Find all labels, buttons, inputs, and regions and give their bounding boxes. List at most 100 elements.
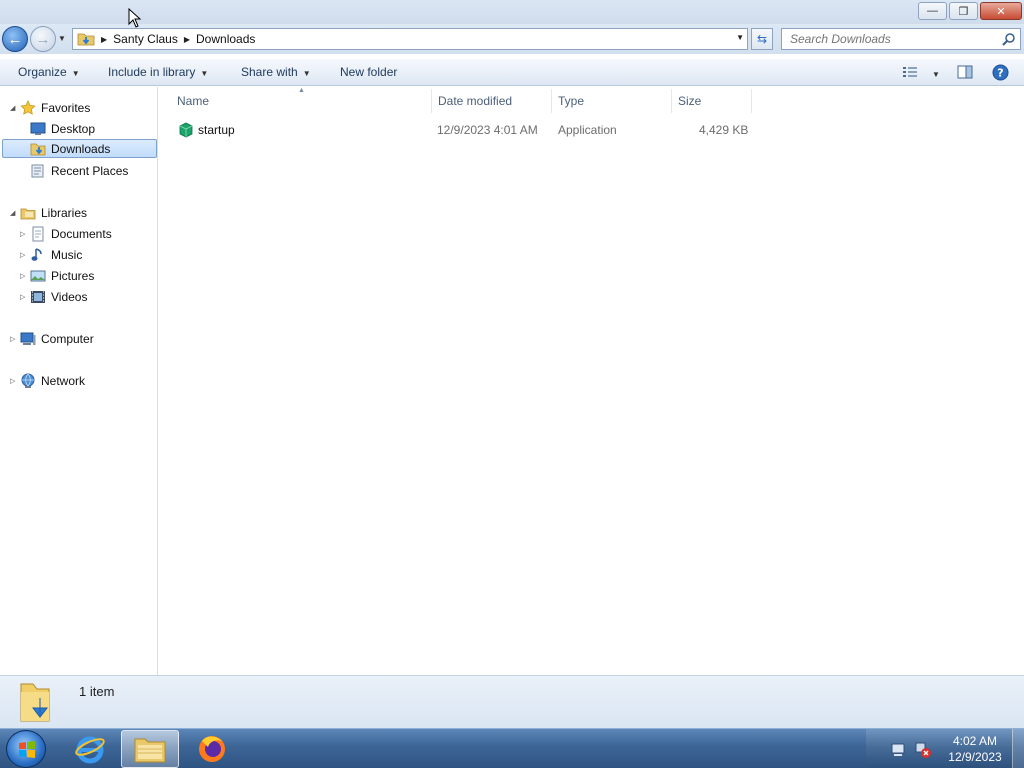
caption-buttons: — ❐ ✕: [918, 2, 1022, 20]
column-divider[interactable]: [751, 89, 752, 113]
collapsed-triangle-icon[interactable]: ▷: [10, 377, 15, 385]
downloads-folder-large-icon: [20, 683, 50, 722]
column-header-size[interactable]: Size: [678, 94, 701, 108]
nav-music[interactable]: ▷ Music: [20, 245, 82, 264]
collapsed-triangle-icon[interactable]: ▷: [20, 272, 25, 280]
view-options-dropdown[interactable]: ▼: [927, 66, 940, 80]
taskbar: 4:02 AM 12/9/2023: [0, 728, 1024, 768]
address-dropdown-icon[interactable]: ▼: [736, 33, 744, 42]
show-desktop-button[interactable]: [1012, 729, 1024, 768]
breadcrumb-separator-icon[interactable]: ▶: [101, 35, 107, 44]
collapsed-triangle-icon[interactable]: ▷: [20, 293, 25, 301]
nav-network[interactable]: ▷ Network: [8, 371, 85, 390]
videos-icon: [31, 290, 45, 303]
close-button[interactable]: ✕: [980, 2, 1022, 20]
search-icon[interactable]: [1002, 32, 1016, 46]
nav-downloads-label: Downloads: [51, 141, 111, 156]
back-button[interactable]: ←: [2, 26, 28, 52]
expanded-triangle-icon[interactable]: ◢: [10, 104, 15, 112]
sort-ascending-icon: ▲: [298, 87, 305, 94]
collapsed-triangle-icon[interactable]: ▷: [20, 251, 25, 259]
collapsed-triangle-icon[interactable]: ▷: [10, 335, 15, 343]
nav-videos-label: Videos: [51, 289, 88, 304]
nav-desktop[interactable]: Desktop: [30, 119, 95, 138]
change-view-icon[interactable]: [902, 65, 918, 79]
nav-recent-places[interactable]: Recent Places: [30, 161, 128, 180]
column-divider[interactable]: [551, 89, 552, 113]
nav-favorites[interactable]: ◢ Favorites: [8, 98, 90, 117]
windows-start-orb-icon[interactable]: [6, 730, 46, 768]
documents-icon: [32, 226, 44, 241]
forward-button[interactable]: →: [30, 26, 56, 52]
new-folder-button[interactable]: New folder: [340, 65, 397, 79]
firefox-icon[interactable]: [183, 730, 241, 768]
back-arrow-icon: ←: [7, 30, 23, 48]
column-header-date-modified[interactable]: Date modified: [438, 94, 512, 108]
breadcrumb-santy-claus[interactable]: Santy Claus: [113, 32, 178, 46]
windows-logo-icon: [19, 741, 35, 758]
windows-explorer-icon[interactable]: [121, 730, 179, 768]
refresh-icon: ⇆: [756, 32, 768, 46]
action-center-icon[interactable]: [890, 742, 906, 758]
chevron-down-icon: ▼: [200, 69, 209, 78]
address-bar[interactable]: ▶ Santy Claus ▶ Downloads ▼: [72, 28, 748, 50]
column-divider[interactable]: [671, 89, 672, 113]
clock-date: 12/9/2023: [948, 750, 1002, 764]
collapsed-triangle-icon[interactable]: ▷: [20, 230, 25, 238]
internet-explorer-icon[interactable]: [61, 730, 119, 768]
file-row[interactable]: startup 12/9/2023 4:01 AM Application 4,…: [175, 119, 753, 141]
computer-icon: [20, 332, 36, 345]
clock-time: 4:02 AM: [952, 734, 998, 748]
downloads-folder-icon: [77, 33, 95, 46]
column-header-name[interactable]: Name: [177, 94, 209, 108]
include-in-library-label: Include in library: [108, 65, 196, 79]
address-row: ← → ▼ ▶ Santy Claus ▶ Downloads ▼ ⇆: [0, 24, 1024, 54]
nav-computer-label: Computer: [41, 331, 94, 346]
nav-libraries-label: Libraries: [41, 205, 88, 220]
nav-desktop-label: Desktop: [51, 121, 96, 136]
details-pane: 1 item: [0, 675, 1024, 728]
nav-documents-label: Documents: [51, 226, 112, 241]
breadcrumb-separator-icon[interactable]: ▶: [184, 35, 190, 44]
desktop-icon: [30, 122, 46, 135]
network-disconnected-icon[interactable]: [914, 741, 932, 759]
minimize-button[interactable]: —: [918, 2, 947, 20]
navigation-pane: ◢ Favorites Desktop Downloads Recent Pla…: [0, 87, 158, 675]
file-date-modified: 12/9/2023 4:01 AM: [437, 123, 538, 137]
pictures-icon: [30, 270, 46, 281]
nav-downloads[interactable]: Downloads: [2, 139, 157, 158]
expanded-triangle-icon[interactable]: ◢: [10, 209, 15, 217]
explorer-folder-icon: [134, 738, 166, 763]
recent-pages-dropdown[interactable]: ▼: [58, 34, 68, 44]
nav-videos[interactable]: ▷ Videos: [20, 287, 87, 306]
refresh-button[interactable]: ⇆: [751, 28, 773, 50]
nav-music-label: Music: [51, 247, 83, 262]
breadcrumb-downloads[interactable]: Downloads: [196, 32, 255, 46]
chevron-down-icon: ▼: [71, 69, 80, 78]
maximize-button[interactable]: ❐: [949, 2, 978, 20]
column-header-type[interactable]: Type: [558, 94, 584, 108]
share-with-button[interactable]: Share with ▼: [241, 65, 311, 79]
include-in-library-button[interactable]: Include in library ▼: [108, 65, 208, 79]
file-list-view: ▲ Name Date modified Type Size startup 1…: [159, 87, 1024, 675]
nav-documents[interactable]: ▷ Documents: [20, 224, 112, 243]
taskbar-clock[interactable]: 4:02 AM 12/9/2023: [940, 733, 1010, 765]
application-icon: [179, 122, 193, 138]
nav-libraries[interactable]: ◢ Libraries: [8, 203, 87, 222]
organize-button[interactable]: Organize ▼: [18, 65, 80, 79]
file-size: 4,429 KB: [699, 123, 749, 137]
forward-arrow-icon: →: [35, 30, 51, 48]
firefox-logo: [199, 736, 225, 762]
preview-pane-icon[interactable]: [957, 65, 973, 79]
nav-computer[interactable]: ▷ Computer: [8, 329, 94, 348]
mouse-cursor-icon: [128, 8, 142, 28]
file-name: startup: [198, 123, 235, 137]
svg-text:?: ?: [997, 67, 1003, 80]
column-divider[interactable]: [431, 89, 432, 113]
nav-pictures[interactable]: ▷ Pictures: [20, 266, 94, 285]
libraries-icon: [20, 208, 36, 219]
nav-recent-places-label: Recent Places: [51, 163, 129, 178]
search-box[interactable]: [781, 28, 1021, 50]
help-icon[interactable]: ?: [992, 64, 1009, 81]
search-input[interactable]: [782, 29, 992, 49]
